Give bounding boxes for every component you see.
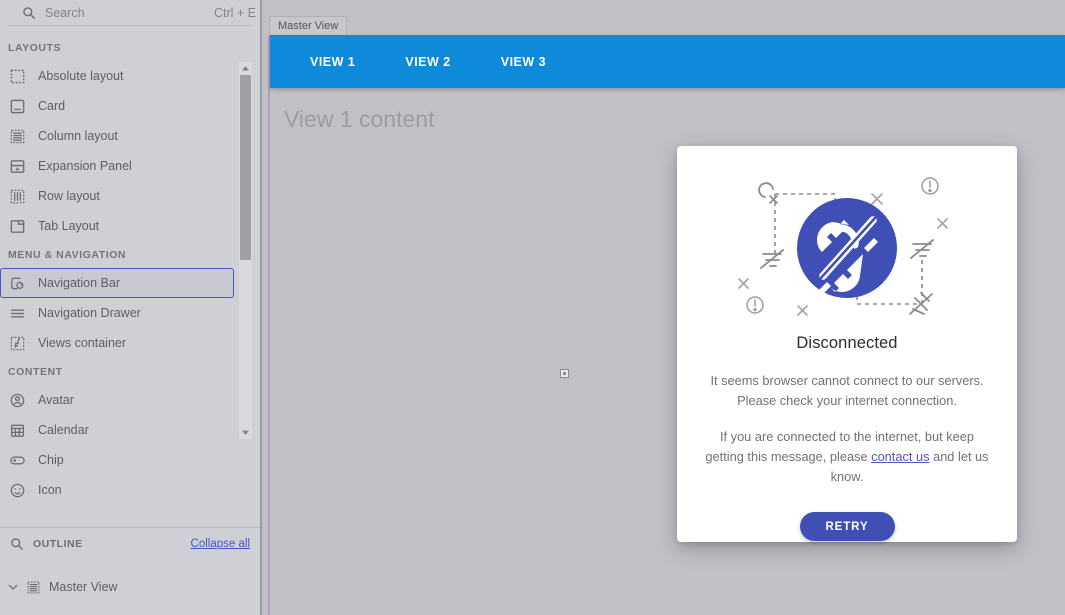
chip-icon (9, 452, 26, 469)
outline-panel: OUTLINE Collapse all Master View (0, 527, 260, 615)
dialog-title: Disconnected (796, 334, 897, 353)
palette-item-row-layout[interactable]: Row layout (0, 181, 234, 211)
palette-item-label: Icon (38, 483, 62, 497)
outline-header: OUTLINE Collapse all (0, 528, 260, 560)
expansion-panel-icon (9, 158, 26, 175)
card-icon (9, 98, 26, 115)
views-container-icon (9, 335, 26, 352)
palette-item-chip[interactable]: Chip (0, 445, 234, 475)
palette-item-avatar[interactable]: Avatar (0, 385, 234, 415)
absolute-layout-icon (9, 68, 26, 85)
palette-item-label: Tab Layout (38, 219, 99, 233)
palette-item-views-container[interactable]: Views container (0, 328, 234, 358)
search-icon (22, 6, 36, 20)
left-sidebar: Ctrl + E LAYOUTS Absolute layout Card (0, 0, 260, 615)
palette-item-label: Row layout (38, 189, 100, 203)
palette-item-label: Column layout (38, 129, 118, 143)
dialog-paragraph-2: If you are connected to the internet, bu… (702, 427, 992, 487)
retry-button[interactable]: RETRY (800, 512, 895, 541)
contact-us-link[interactable]: contact us (871, 449, 929, 464)
palette-item-label: Navigation Drawer (38, 306, 141, 320)
view-content-label: View 1 content (284, 106, 434, 133)
navigation-bar-preview[interactable]: VIEW 1 VIEW 2 VIEW 3 (270, 35, 1065, 88)
palette-item-icon[interactable]: Icon (0, 475, 234, 505)
search-input[interactable] (45, 6, 206, 20)
palette-item-navigation-bar[interactable]: Navigation Bar (0, 268, 234, 298)
chevron-down-icon[interactable] (6, 580, 20, 594)
scroll-down-arrow-icon[interactable] (239, 426, 252, 439)
scrollbar-thumb[interactable] (240, 75, 251, 260)
avatar-icon (9, 392, 26, 409)
row-layout-icon (9, 188, 26, 205)
dialog-paragraph-1: It seems browser cannot connect to our s… (702, 371, 992, 411)
tab-layout-icon (9, 218, 26, 235)
outline-node-master-view[interactable]: Master View (0, 574, 260, 600)
palette-group-title-menu-navigation: MENU & NAVIGATION (0, 241, 260, 268)
scrollbar-track[interactable] (239, 75, 252, 426)
palette-item-column-layout[interactable]: Column layout (0, 121, 234, 151)
resize-handle-left[interactable] (560, 369, 569, 378)
palette-item-calendar[interactable]: Calendar (0, 415, 234, 445)
palette-item-label: Avatar (38, 393, 74, 407)
view-name-tag[interactable]: Master View (269, 16, 347, 36)
palette-group-title-layouts: LAYOUTS (0, 34, 260, 61)
search-bar[interactable]: Ctrl + E (8, 0, 252, 26)
palette-group-title-content: CONTENT (0, 358, 260, 385)
palette-item-label: Views container (38, 336, 126, 350)
palette-item-label: Chip (38, 453, 64, 467)
disconnected-dialog: Disconnected It seems browser cannot con… (677, 146, 1017, 542)
collapse-all-link[interactable]: Collapse all (191, 538, 250, 550)
smiley-icon (9, 482, 26, 499)
outline-title: OUTLINE (33, 538, 191, 550)
palette-scrollbar[interactable] (239, 62, 252, 439)
search-shortcut-label: Ctrl + E (206, 6, 256, 20)
column-layout-icon (9, 128, 26, 145)
component-palette: LAYOUTS Absolute layout Card (0, 26, 260, 527)
palette-item-absolute-layout[interactable]: Absolute layout (0, 61, 234, 91)
search-icon (10, 537, 24, 551)
palette-item-label: Navigation Bar (38, 276, 120, 290)
palette-item-label: Card (38, 99, 65, 113)
tab-view-2[interactable]: VIEW 2 (387, 55, 468, 69)
palette-item-label: Calendar (38, 423, 89, 437)
canvas-left-edge (260, 0, 262, 615)
app-root: Ctrl + E LAYOUTS Absolute layout Card (0, 0, 1065, 615)
calendar-icon (9, 422, 26, 439)
outline-node-label: Master View (49, 580, 118, 594)
palette-item-label: Absolute layout (38, 69, 123, 83)
palette-item-navigation-drawer[interactable]: Navigation Drawer (0, 298, 234, 328)
palette-item-label: Expansion Panel (38, 159, 132, 173)
scroll-up-arrow-icon[interactable] (239, 62, 252, 75)
navigation-bar-icon (9, 275, 26, 292)
palette-item-tab-layout[interactable]: Tab Layout (0, 211, 234, 241)
palette-item-card[interactable]: Card (0, 91, 234, 121)
disconnected-plug-illustration (717, 162, 977, 330)
palette-item-expansion-panel[interactable]: Expansion Panel (0, 151, 234, 181)
column-layout-icon (26, 580, 41, 595)
tab-view-1[interactable]: VIEW 1 (292, 55, 373, 69)
tab-view-3[interactable]: VIEW 3 (483, 55, 564, 69)
hamburger-icon (9, 305, 26, 322)
